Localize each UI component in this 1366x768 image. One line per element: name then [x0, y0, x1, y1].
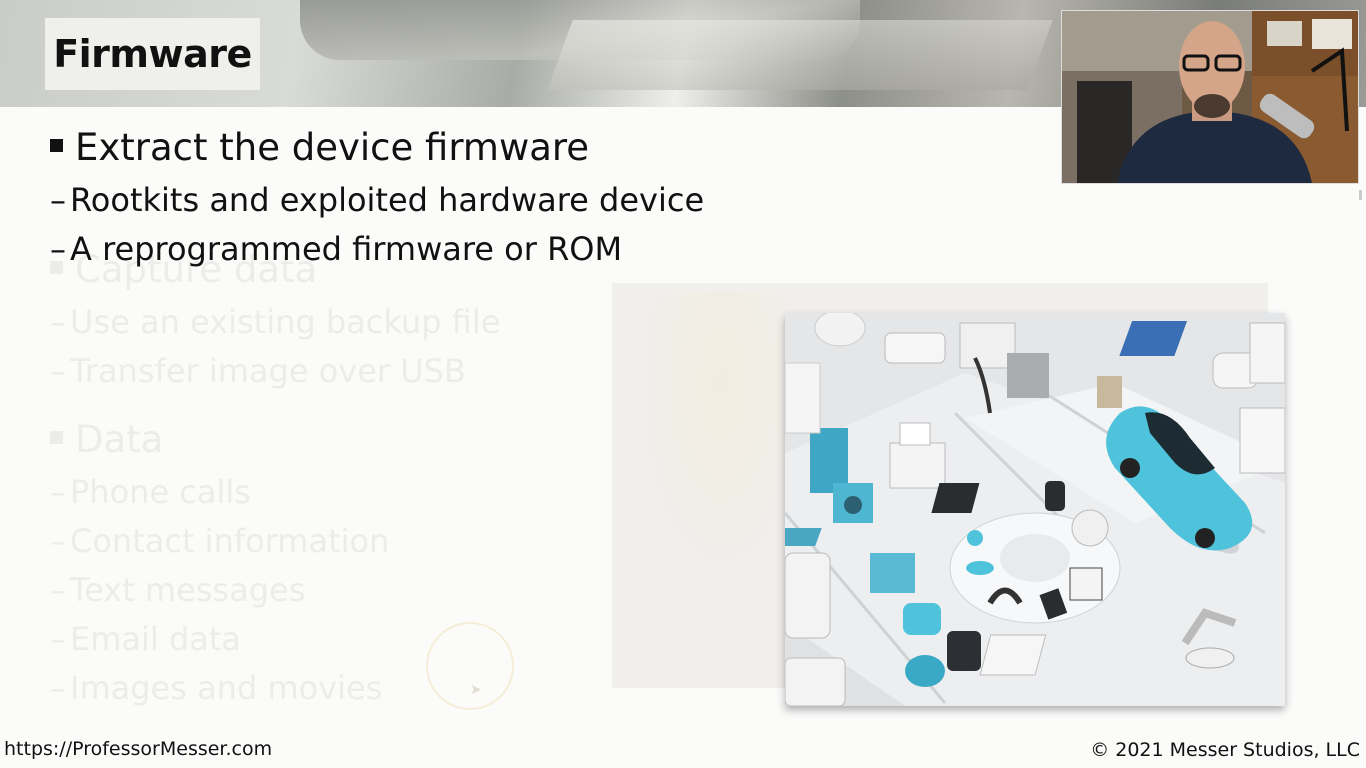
slide-title-box: Firmware: [45, 18, 260, 90]
presenter-webcam: [1061, 10, 1359, 184]
faded-subbullet: – Text messages: [50, 571, 306, 609]
bullet-extract-firmware: Extract the device firmware: [50, 126, 589, 169]
subbullet-reprogrammed-firmware: – A reprogrammed firmware or ROM: [50, 230, 623, 268]
faded-subbullet: – Email data: [50, 620, 242, 658]
faded-subbullet: – Use an existing backup file: [50, 303, 501, 341]
faded-subbullet: – Transfer image over USB: [50, 352, 466, 390]
faded-subbullet: – Phone calls: [50, 473, 251, 511]
faded-subbullet: – Contact information: [50, 522, 390, 560]
iot-devices-photo: [785, 313, 1285, 706]
subbullet-rootkits: – Rootkits and exploited hardware device: [50, 181, 705, 219]
scrollbar-thumb[interactable]: [1359, 190, 1362, 200]
footer-url: https://ProfessorMesser.com: [4, 738, 273, 760]
slide-title: Firmware: [53, 32, 252, 76]
faded-bullet-data: Data: [50, 418, 163, 461]
cursor-icon: ➤: [470, 682, 482, 698]
footer-copyright: © 2021 Messer Studios, LLC: [1090, 739, 1360, 761]
faded-subbullet: – Images and movies: [50, 669, 383, 707]
